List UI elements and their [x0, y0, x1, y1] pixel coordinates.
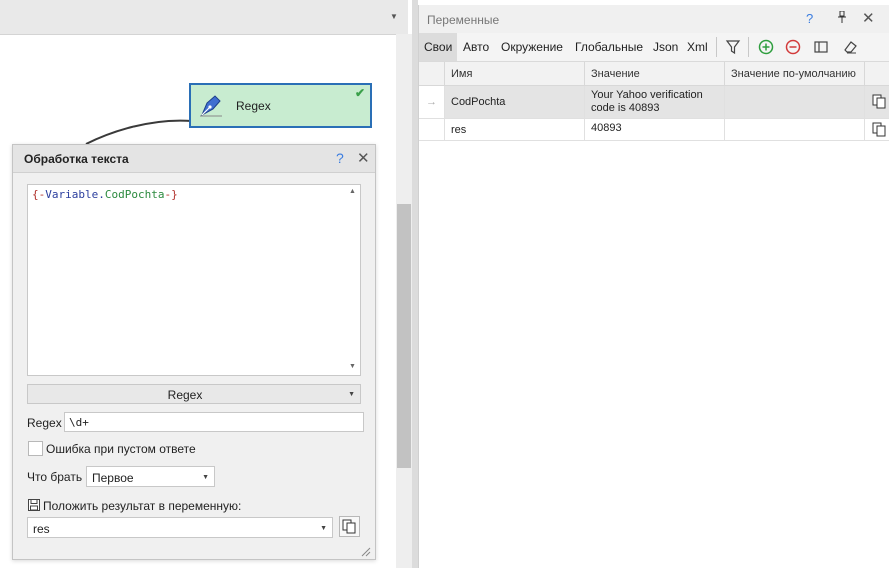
regex-action-node[interactable]: Regex ✔: [189, 83, 372, 128]
variable-value-line: code is 40893: [591, 102, 660, 114]
variables-panel: Переменные ? ✕ Свои Авто Окружение Глоба…: [418, 5, 889, 568]
scroll-up-icon[interactable]: ▲: [349, 188, 356, 195]
close-icon[interactable]: ✕: [357, 149, 370, 167]
panel-header: Обработка текста ? ✕: [13, 145, 375, 173]
remove-variable-icon[interactable]: [784, 38, 802, 56]
tab-xml[interactable]: Xml: [682, 33, 713, 61]
text-processing-panel: Обработка текста ? ✕ {-Variable.CodPocht…: [12, 144, 376, 560]
checkmark-icon: ✔: [354, 86, 365, 100]
what-to-take-value: Первое: [92, 471, 134, 485]
close-icon[interactable]: ✕: [862, 9, 875, 27]
help-icon[interactable]: ?: [336, 150, 344, 166]
copy-variable-button[interactable]: [339, 516, 360, 537]
regex-value: \d+: [69, 416, 89, 429]
toolbar-separator: [716, 37, 717, 57]
copy-row-button[interactable]: [869, 119, 889, 140]
text-editor[interactable]: {-Variable.CodPochta-} ▲ ▼: [27, 184, 361, 376]
empty-response-error-checkbox[interactable]: [28, 441, 43, 456]
canvas-toolbar: ▼: [0, 0, 408, 35]
column-header-name[interactable]: Имя: [445, 62, 585, 86]
resize-grip-icon[interactable]: [359, 545, 371, 557]
variables-panel-title: Переменные: [427, 13, 500, 27]
table-row[interactable]: → CodPochta Your Yahoo verification code…: [419, 86, 889, 119]
save-result-label: Положить результат в переменную:: [43, 499, 242, 513]
panel-layout-icon[interactable]: [812, 38, 830, 56]
copy-icon: [872, 94, 886, 109]
row-indicator: [419, 119, 445, 140]
variable-value: 40893: [585, 119, 725, 140]
add-variable-icon[interactable]: [757, 38, 775, 56]
column-header-default[interactable]: Значение по-умолчанию: [725, 62, 865, 86]
eraser-icon[interactable]: [841, 38, 859, 56]
variable-default: [725, 119, 865, 140]
table-row[interactable]: res 40893: [419, 119, 889, 141]
what-to-take-label: Что брать: [27, 470, 83, 484]
column-header-value[interactable]: Значение: [585, 62, 725, 86]
empty-response-error-label: Ошибка при пустом ответе: [46, 442, 196, 456]
variable-value: Your Yahoo verification code is 40893: [585, 86, 725, 118]
node-title: Regex: [236, 99, 271, 113]
processing-mode-value: Regex: [167, 388, 203, 402]
copy-icon: [872, 122, 886, 137]
variable-name: res: [445, 119, 585, 140]
pen-nib-icon: [200, 95, 222, 117]
result-variable-select[interactable]: res ▼: [27, 517, 333, 538]
panel-title: Обработка текста: [24, 152, 129, 166]
row-indicator-header: [419, 62, 445, 86]
regex-input[interactable]: \d+: [64, 412, 364, 432]
copy-row-button[interactable]: [869, 86, 889, 118]
variables-table: Имя Значение Значение по-умолчанию → Cod…: [419, 62, 889, 152]
pin-icon[interactable]: [837, 10, 847, 26]
tab-own[interactable]: Свои: [419, 33, 458, 61]
column-header-actions: [865, 62, 889, 86]
save-icon: [28, 499, 40, 511]
tab-auto[interactable]: Авто: [458, 33, 494, 61]
tab-json[interactable]: Json: [648, 33, 683, 61]
variable-name: CodPochta: [445, 86, 585, 118]
variable-value-line: Your Yahoo verification: [591, 89, 703, 101]
editor-content: {-Variable.CodPochta-}: [32, 188, 178, 201]
chevron-down-icon: ▼: [348, 391, 355, 398]
tab-environment[interactable]: Окружение: [496, 33, 568, 61]
dropdown-arrow-icon[interactable]: ▼: [390, 12, 398, 21]
result-variable-value: res: [33, 522, 50, 536]
row-arrow-icon: →: [419, 86, 445, 118]
processing-mode-select[interactable]: Regex ▼: [27, 384, 361, 404]
editor-scrollbar[interactable]: ▲ ▼: [346, 185, 360, 375]
chevron-down-icon: ▼: [320, 525, 327, 532]
variable-default: [725, 86, 865, 118]
scroll-down-icon[interactable]: ▼: [349, 363, 356, 370]
what-to-take-select[interactable]: Первое ▼: [86, 466, 215, 487]
chevron-down-icon: ▼: [202, 474, 209, 481]
canvas-scroll-thumb[interactable]: [397, 204, 411, 468]
variables-toolbar: Свои Авто Окружение Глобальные Json Xml: [419, 33, 889, 62]
toolbar-separator: [748, 37, 749, 57]
filter-icon[interactable]: [724, 38, 742, 56]
tab-global[interactable]: Глобальные: [570, 33, 648, 61]
regex-label: Regex: [27, 416, 62, 430]
copy-icon: [342, 519, 356, 534]
variable-value-line: 40893: [591, 122, 622, 134]
help-icon[interactable]: ?: [806, 11, 813, 26]
variables-panel-header: Переменные ? ✕: [419, 5, 889, 33]
